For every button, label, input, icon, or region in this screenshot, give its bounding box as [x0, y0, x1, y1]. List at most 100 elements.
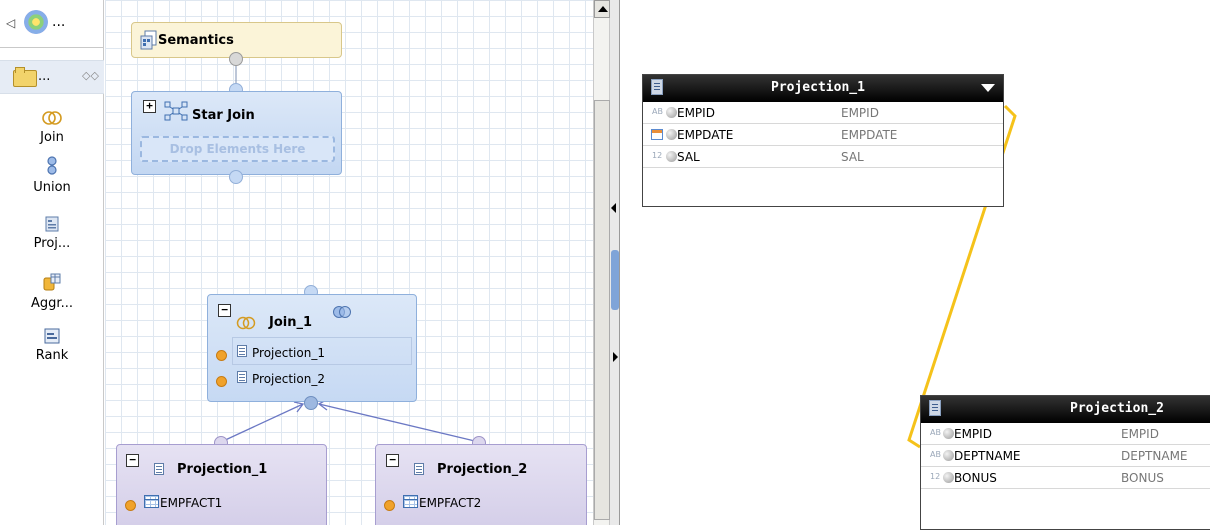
star-join-expand-button[interactable]: +	[143, 100, 156, 113]
projection-2-table-header[interactable]: Projection_2	[921, 396, 1210, 423]
column-name: EMPID	[954, 427, 992, 441]
join-type-icon[interactable]	[332, 305, 352, 319]
column-status-icon	[666, 129, 677, 140]
tool-rank[interactable]: Rank	[0, 328, 104, 363]
projection-icon	[45, 216, 59, 232]
column-status-icon	[943, 450, 954, 461]
collapse-right-icon[interactable]	[613, 352, 618, 362]
table-row[interactable]: 12 SAL SAL	[643, 146, 1003, 168]
collapse-palette-icon[interactable]: ◁	[6, 16, 15, 30]
numeric-type-icon: 12	[652, 151, 663, 160]
tool-aggregation[interactable]: Aggr...	[0, 272, 104, 311]
folder-icon	[13, 67, 37, 87]
table-icon	[403, 495, 418, 508]
join-icon	[236, 316, 256, 330]
color-wheel-icon[interactable]	[24, 10, 48, 34]
table-row[interactable]: EMPDATE EMPDATE	[643, 124, 1003, 146]
projection-2-table[interactable]: Projection_2 AB EMPID EMPID AB DEPTNAME …	[920, 395, 1210, 530]
column-alias: EMPID	[841, 106, 879, 120]
splitter-grip[interactable]	[611, 250, 619, 310]
tool-projection-label: Proj...	[33, 236, 71, 251]
column-name: EMPID	[677, 106, 715, 120]
union-icon	[47, 156, 57, 175]
join-collapse-button[interactable]: −	[218, 304, 231, 317]
projection-icon	[237, 345, 247, 357]
join-node[interactable]: − Join_1 Projection_1 Projection_2	[207, 294, 417, 402]
projection-icon	[414, 463, 424, 475]
projection-icon	[929, 400, 941, 416]
tool-projection[interactable]: Proj...	[0, 216, 104, 251]
dropdown-arrow-icon[interactable]	[981, 84, 995, 92]
semantics-icon	[140, 30, 157, 50]
column-status-icon	[943, 472, 954, 483]
projection-2-node[interactable]: − Projection_2 EMPFACT2	[375, 444, 587, 525]
table-row[interactable]: AB EMPID EMPID	[921, 423, 1210, 445]
tool-join-label: Join	[40, 130, 64, 145]
projection-1-table-header[interactable]: Projection_1	[643, 75, 1003, 102]
column-alias: SAL	[841, 150, 864, 164]
projection-1-table[interactable]: Projection_1 AB EMPID EMPID EMPDATE EMPD…	[642, 74, 1004, 207]
projection-2-source-label: EMPFACT2	[419, 496, 482, 510]
join-input-1-label: Projection_1	[252, 346, 325, 360]
table-row[interactable]: AB DEPTNAME DEPTNAME	[921, 445, 1210, 467]
projection-1-collapse-button[interactable]: −	[126, 454, 139, 467]
date-type-icon	[651, 129, 663, 140]
column-status-icon	[666, 151, 677, 162]
drawer-more: ...	[38, 69, 51, 84]
drop-elements-hint: Drop Elements Here	[169, 142, 306, 156]
column-name: BONUS	[954, 471, 997, 485]
tool-aggregation-label: Aggr...	[31, 296, 73, 311]
projection-icon	[154, 463, 164, 475]
semantics-label: Semantics	[158, 33, 234, 48]
join-input-1-port[interactable]	[216, 350, 227, 361]
tool-union-label: Union	[33, 180, 71, 195]
projection-2-table-title: Projection_2	[1070, 401, 1164, 416]
rank-icon	[44, 328, 60, 344]
join-input-port[interactable]	[304, 396, 318, 410]
table-row[interactable]: AB EMPID EMPID	[643, 102, 1003, 124]
tool-rank-label: Rank	[35, 348, 69, 363]
drawer-toggle-icon[interactable]: ◇◇	[82, 69, 99, 82]
projection-1-table-title: Projection_1	[771, 80, 865, 95]
star-join-node[interactable]: + Star Join Drop Elements Here	[131, 91, 342, 175]
column-name: SAL	[677, 150, 700, 164]
palette-header: ◁ ...	[0, 0, 104, 48]
projection-icon	[237, 371, 247, 383]
star-join-input-port[interactable]	[229, 170, 243, 184]
star-join-label: Star Join	[192, 108, 255, 123]
semantics-input-port[interactable]	[229, 52, 243, 66]
star-join-icon	[164, 101, 188, 121]
projection-1-node[interactable]: − Projection_1 EMPFACT1	[116, 444, 327, 525]
projection-2-source-port[interactable]	[384, 500, 395, 511]
tool-union[interactable]: Union	[0, 156, 104, 195]
column-alias: EMPID	[1121, 427, 1159, 441]
tool-join[interactable]: Join	[0, 110, 104, 145]
string-type-icon: AB	[652, 107, 663, 116]
panel-splitter[interactable]	[610, 0, 620, 525]
column-name: DEPTNAME	[954, 449, 1021, 463]
palette-panel: ◁ ... ... ◇◇ Join Union Proj... Aggr... …	[0, 0, 104, 525]
table-icon	[144, 495, 159, 508]
drop-elements-area[interactable]: Drop Elements Here	[140, 136, 335, 162]
table-row[interactable]: 12 BONUS BONUS	[921, 467, 1210, 489]
join-icon	[42, 111, 62, 125]
diagram-canvas[interactable]: Semantics + Star Join Drop Elements Here…	[105, 0, 593, 525]
projection-icon	[651, 79, 663, 95]
collapse-left-icon[interactable]	[611, 203, 616, 213]
scroll-up-button[interactable]	[594, 0, 610, 18]
projection-2-label: Projection_2	[437, 462, 528, 477]
projection-2-collapse-button[interactable]: −	[386, 454, 399, 467]
projection-1-source-label: EMPFACT1	[160, 496, 223, 510]
projection-1-source-port[interactable]	[125, 500, 136, 511]
canvas-vertical-scrollbar[interactable]	[593, 0, 610, 525]
palette-drawer[interactable]: ... ◇◇	[0, 60, 104, 94]
join-input-2-port[interactable]	[216, 376, 227, 387]
join-detail-view[interactable]: Projection_1 AB EMPID EMPID EMPDATE EMPD…	[621, 0, 1210, 530]
column-alias: BONUS	[1121, 471, 1164, 485]
join-label: Join_1	[269, 315, 313, 330]
column-status-icon	[666, 107, 677, 118]
scroll-thumb[interactable]	[594, 100, 610, 520]
column-name: EMPDATE	[677, 128, 734, 142]
column-alias: DEPTNAME	[1121, 449, 1188, 463]
palette-header-more[interactable]: ...	[52, 14, 65, 30]
